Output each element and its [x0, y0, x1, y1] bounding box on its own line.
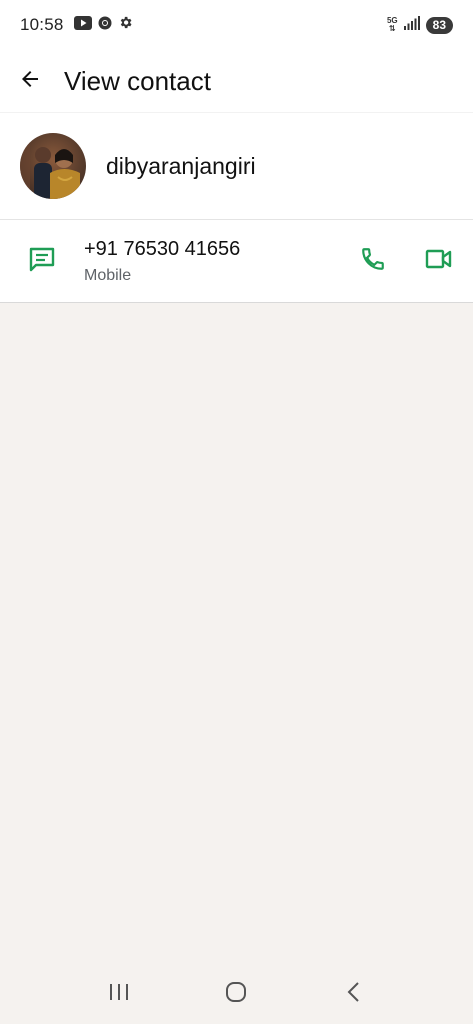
chrome-icon: [98, 16, 112, 35]
message-button[interactable]: [20, 239, 64, 283]
video-call-icon: [425, 248, 453, 275]
recent-apps-icon: [108, 982, 130, 1007]
page-title: View contact: [64, 65, 211, 96]
back-nav-button[interactable]: [326, 970, 382, 1018]
recent-apps-button[interactable]: [91, 970, 147, 1018]
phone-entry[interactable]: +91 76530 41656 Mobile: [0, 220, 473, 303]
battery-level: 83: [432, 18, 446, 32]
status-bar: 10:58 5G ⇅ 83: [0, 0, 473, 50]
message-icon: [28, 246, 56, 277]
app-bar: View contact: [0, 50, 473, 112]
home-icon: [225, 981, 247, 1008]
contact-name: dibyaranjangiri: [106, 152, 256, 179]
contact-header: dibyaranjangiri: [0, 112, 473, 220]
phone-details: +91 76530 41656 Mobile: [84, 238, 240, 285]
phone-number: +91 76530 41656: [84, 237, 241, 260]
signal-icon: [403, 15, 420, 35]
phone-icon: [360, 246, 386, 277]
back-button[interactable]: [2, 53, 58, 109]
settings-icon: [118, 15, 133, 35]
back-nav-icon: [346, 981, 362, 1008]
status-time: 10:58: [20, 15, 64, 34]
contact-photo: [20, 133, 86, 199]
home-button[interactable]: [208, 970, 264, 1018]
battery-icon: 83: [425, 16, 453, 34]
arrow-back-icon: [18, 67, 42, 96]
phone-type: Mobile: [84, 266, 132, 284]
status-system-icons: 5G ⇅ 83: [386, 15, 453, 35]
system-nav-bar: [0, 964, 473, 1024]
5g-icon: 5G ⇅: [386, 16, 398, 33]
youtube-icon: [73, 15, 92, 35]
call-button[interactable]: [351, 239, 395, 283]
avatar[interactable]: [20, 133, 86, 199]
video-call-button[interactable]: [417, 239, 461, 283]
status-notification-icons: [73, 15, 133, 35]
